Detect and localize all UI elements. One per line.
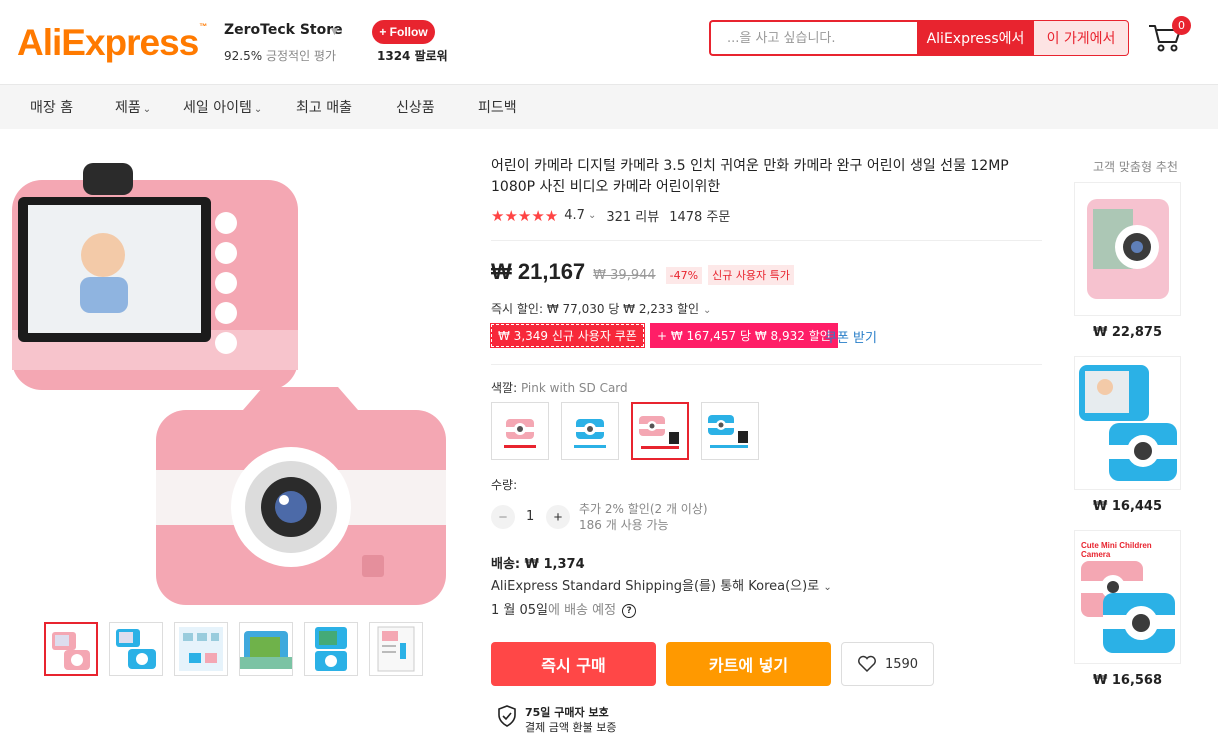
help-icon[interactable]: ? — [622, 603, 637, 618]
search-aliexpress-button[interactable]: AliExpress에서 — [917, 20, 1034, 56]
recommendation-price-2: ₩ 16,445 — [1092, 499, 1163, 514]
instant-discount[interactable]: 즉시 할인: ₩ 77,030 당 ₩ 2,233 할인 ⌄ — [491, 300, 711, 317]
protection-title: 75일 구매자 보호 — [525, 706, 609, 719]
quantity-increase-button[interactable]: + — [546, 505, 570, 529]
current-price: ₩ 21,167 — [491, 259, 586, 284]
wishlist-button[interactable]: 1590 — [841, 642, 934, 686]
nav-sale-items[interactable]: 세일 아이템 ⌄ — [183, 97, 262, 117]
discount-badge: -47% — [665, 267, 703, 284]
recommendation-item-1[interactable] — [1074, 182, 1181, 316]
store-rating: 92.5% 긍정적인 평가 — [224, 49, 337, 63]
original-price: ₩ 39,944 — [593, 268, 656, 283]
shield-icon — [498, 705, 516, 727]
thumbnail-3[interactable] — [174, 622, 228, 676]
aliexpress-logo[interactable]: AliExpress™ — [17, 22, 207, 64]
order-count: 1478 주문 — [669, 210, 731, 225]
quantity-note: 추가 2% 할인(2 개 이상) 186 개 사용 가능 — [579, 502, 708, 532]
color-option-blue[interactable] — [561, 402, 619, 460]
chevron-down-icon: ⌄ — [253, 104, 263, 115]
follower-count: 1324 팔로워 — [377, 49, 448, 63]
review-count[interactable]: 321 리뷰 — [606, 206, 659, 225]
wishlist-count: 1590 — [884, 656, 919, 672]
chevron-down-icon[interactable]: ⌄ — [588, 210, 596, 221]
shipping-price: 배송: ₩ 1,374 — [491, 557, 585, 572]
recommendation-caption: Cute Mini Children Camera — [1081, 541, 1152, 559]
rating-row: ★★★★★ 4.7 ⌄ 321 리뷰 1478 주문 — [491, 206, 731, 226]
thumbnail-6[interactable] — [369, 622, 423, 676]
quantity-decrease-button[interactable]: − — [491, 505, 515, 529]
buy-now-button[interactable]: 즉시 구매 — [491, 642, 656, 686]
divider — [491, 364, 1042, 365]
get-coupon-link[interactable]: 쿠폰 받기 — [825, 327, 877, 346]
cart-count-badge: 0 — [1172, 16, 1191, 35]
nav-bestseller[interactable]: 최고 매출 — [296, 97, 352, 117]
color-label: 색깔: Pink with SD Card — [491, 381, 628, 395]
add-to-cart-button[interactable]: 카트에 넣기 — [666, 642, 831, 686]
quantity-value[interactable]: 1 — [526, 509, 534, 524]
delivery-date: 1 월 05일에 배송 예정? — [491, 599, 637, 618]
nav-new-products[interactable]: 신상품 — [396, 97, 435, 117]
new-user-badge: 신규 사용자 특가 — [708, 265, 794, 285]
follow-button[interactable]: + Follow — [372, 20, 435, 44]
chevron-down-icon: ⌄ — [823, 582, 832, 593]
thumbnail-4[interactable] — [239, 622, 293, 676]
buyer-protection: 75일 구매자 보호 결제 금액 환불 보증 — [497, 705, 616, 735]
recommendation-price-3: ₩ 16,568 — [1092, 673, 1163, 688]
store-coupon[interactable]: + ₩ 167,457 당 ₩ 8,932 할인 — [650, 323, 838, 348]
heart-icon — [857, 655, 876, 673]
chevron-down-icon: ⌄ — [702, 305, 712, 316]
thumbnail-1[interactable] — [44, 622, 98, 676]
quantity-label: 수량: — [491, 478, 518, 492]
thumbnail-2[interactable] — [109, 622, 163, 676]
recommendation-price-1: ₩ 22,875 — [1092, 325, 1163, 340]
rating-value[interactable]: 4.7 — [564, 208, 585, 223]
chevron-down-icon: ⌄ — [142, 104, 152, 115]
new-user-coupon[interactable]: ₩ 3,349 신규 사용자 쿠폰 — [490, 323, 645, 348]
search-input[interactable] — [709, 20, 917, 56]
top-header: AliExpress™ ZeroTeck Store ▼ 92.5% 긍정적인 … — [0, 0, 1218, 85]
recommendation-item-2[interactable] — [1074, 356, 1181, 490]
color-option-pink[interactable] — [491, 402, 549, 460]
thumbnail-5[interactable] — [304, 622, 358, 676]
color-option-blue-sd[interactable] — [701, 402, 759, 460]
store-name[interactable]: ZeroTeck Store — [224, 22, 343, 38]
product-main-image[interactable] — [8, 155, 454, 615]
recommendations-title: 고객 맞춤형 추천 — [1093, 160, 1178, 174]
color-option-pink-sd[interactable] — [631, 402, 689, 460]
divider — [491, 240, 1042, 241]
nav-store-home[interactable]: 매장 홈 — [30, 97, 73, 117]
nav-products[interactable]: 제품 ⌄ — [115, 97, 151, 117]
product-title: 어린이 카메라 디지털 카메라 3.5 인치 귀여운 만화 카메라 완구 어린이… — [491, 158, 1009, 195]
chevron-down-icon[interactable]: ▼ — [331, 27, 338, 37]
search-bar: AliExpress에서 이 가게에서 — [709, 20, 1129, 56]
shipping-method[interactable]: AliExpress Standard Shipping을(를) 통해 Kore… — [491, 575, 832, 594]
search-store-button[interactable]: 이 가게에서 — [1034, 20, 1129, 56]
protection-subtitle: 결제 금액 환불 보증 — [525, 721, 617, 734]
nav-feedback[interactable]: 피드백 — [478, 97, 517, 117]
recommendation-item-3[interactable]: Cute Mini Children Camera — [1074, 530, 1181, 664]
price-row: ₩ 21,167 ₩ 39,944 -47% 신규 사용자 특가 — [491, 259, 794, 285]
store-nav: 매장 홈 제품 ⌄ 세일 아이템 ⌄ 최고 매출 신상품 피드백 — [0, 85, 1218, 129]
star-rating-icon: ★★★★★ — [491, 206, 559, 225]
